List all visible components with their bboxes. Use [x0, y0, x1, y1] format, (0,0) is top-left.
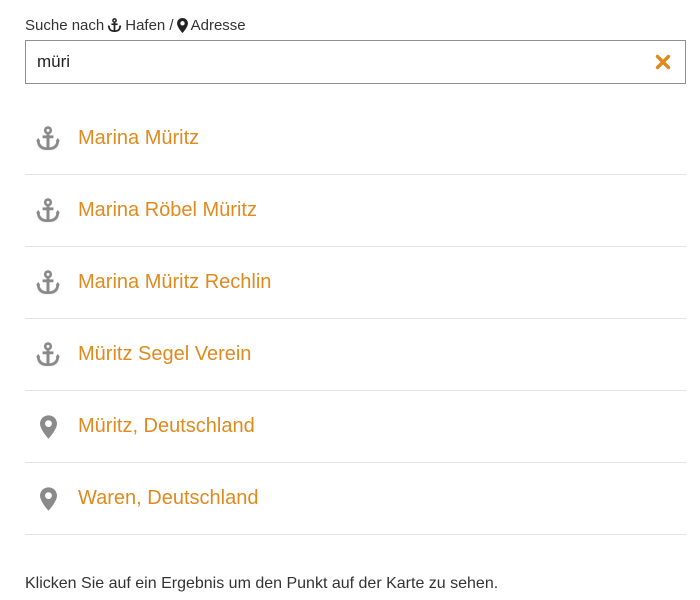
search-result-item[interactable]: Waren, Deutschland: [25, 463, 686, 535]
search-result-label: Marina Müritz: [78, 127, 200, 149]
search-results-list: Marina Müritz Marina Röbel Müritz Marina M…: [25, 103, 686, 535]
anchor-icon: [107, 17, 122, 33]
map-marker-icon: [176, 17, 188, 33]
search-box: [25, 40, 686, 84]
close-icon: [655, 54, 671, 70]
search-result-item[interactable]: Marina Müritz: [25, 103, 686, 175]
search-result-label: Marina Röbel Müritz: [78, 199, 257, 221]
anchor-icon: [35, 269, 61, 296]
search-label: Suche nach Hafen / Adresse: [25, 14, 246, 36]
search-label-address: Adresse: [190, 16, 246, 34]
search-result-item[interactable]: Marina Müritz Rechlin: [25, 247, 686, 319]
map-marker-icon: [35, 486, 61, 511]
clear-search-button[interactable]: [641, 41, 685, 83]
search-result-label: Marina Müritz Rechlin: [78, 271, 272, 293]
search-input[interactable]: [26, 41, 641, 83]
search-result-label: Müritz, Deutschland: [78, 415, 255, 437]
search-result-item[interactable]: Müritz Segel Verein: [25, 319, 686, 391]
search-result-item[interactable]: Müritz, Deutschland: [25, 391, 686, 463]
search-label-harbor: Hafen /: [125, 16, 174, 34]
anchor-icon: [35, 197, 61, 224]
search-label-prefix: Suche nach: [25, 16, 105, 34]
search-result-label: Müritz Segel Verein: [78, 343, 252, 365]
anchor-icon: [35, 341, 61, 368]
anchor-icon: [35, 125, 61, 152]
map-marker-icon: [35, 414, 61, 439]
search-result-label: Waren, Deutschland: [78, 487, 259, 509]
search-result-item[interactable]: Marina Röbel Müritz: [25, 175, 686, 247]
footer-hint: Klicken Sie auf ein Ergebnis um den Punk…: [25, 575, 499, 592]
